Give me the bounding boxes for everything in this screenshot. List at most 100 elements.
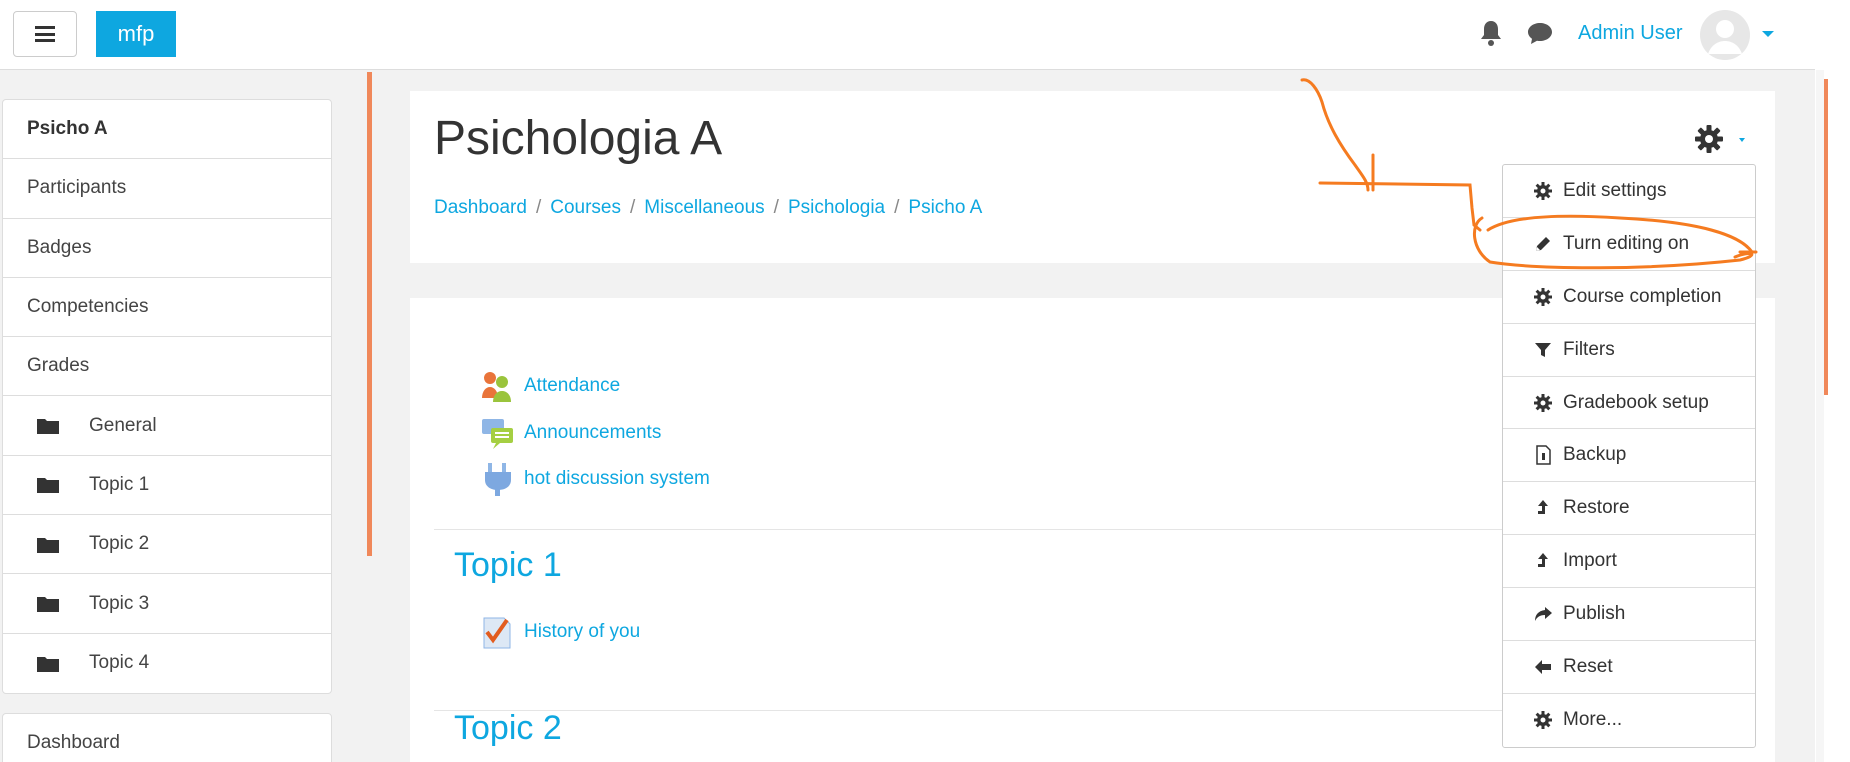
- upload-icon: [1538, 553, 1548, 568]
- menu-item-label: More...: [1563, 709, 1623, 731]
- section-title-topic-2[interactable]: Topic 2: [454, 709, 562, 748]
- breadcrumb-link[interactable]: Psicho A: [908, 197, 982, 218]
- menu-item-turn-editing-on[interactable]: Turn editing on: [1503, 218, 1755, 271]
- sidebar-item-competencies[interactable]: Competencies: [3, 278, 331, 338]
- sidebar-item-topic-4[interactable]: Topic 4: [3, 634, 331, 693]
- gear-icon: [1534, 711, 1552, 730]
- section-title-topic-1[interactable]: Topic 1: [454, 546, 562, 585]
- breadcrumb: Dashboard / Courses / Miscellaneous / Psicholo…: [434, 197, 982, 219]
- sidebar-item-badges[interactable]: Badges: [3, 219, 331, 278]
- breadcrumb-link[interactable]: Miscellaneous: [644, 197, 764, 218]
- menu-item-label: Restore: [1563, 497, 1630, 519]
- course-settings-gear-button[interactable]: [1692, 121, 1752, 157]
- folder-icon: [37, 478, 59, 494]
- breadcrumb-link[interactable]: Dashboard: [434, 197, 527, 218]
- menu-item-label: Publish: [1563, 603, 1626, 625]
- scrollbar-track[interactable]: [1816, 70, 1824, 762]
- user-menu-name[interactable]: Admin User: [1578, 22, 1682, 45]
- activity-attendance[interactable]: Attendance: [480, 368, 620, 404]
- sidebar-item-dashboard[interactable]: Dashboard: [2, 713, 332, 762]
- menu-item-reset[interactable]: Reset: [1503, 641, 1755, 694]
- menu-item-label: Course completion: [1563, 285, 1722, 307]
- share-icon: [1535, 607, 1552, 622]
- menu-item-label: Backup: [1563, 444, 1627, 466]
- menu-item-label: Turn editing on: [1563, 232, 1690, 254]
- sidebar-item-topic-3[interactable]: Topic 3: [3, 574, 331, 634]
- sidebar-item-topic-2[interactable]: Topic 2: [3, 515, 331, 575]
- menu-item-label: Filters: [1563, 338, 1615, 360]
- activity-announcements[interactable]: Announcements: [480, 415, 661, 451]
- breadcrumb-separator: /: [629, 197, 636, 218]
- gear-icon: [1534, 287, 1552, 306]
- avatar[interactable]: [1700, 10, 1750, 60]
- attendance-icon: [482, 372, 511, 402]
- sidebar-item-grades[interactable]: Grades: [3, 337, 331, 397]
- menu-item-import[interactable]: Import: [1503, 535, 1755, 589]
- menu-item-label: Reset: [1563, 655, 1613, 677]
- sidebar-item-label: Topic 1: [89, 473, 150, 495]
- menu-item-restore[interactable]: Restore: [1503, 482, 1755, 536]
- menu-item-backup[interactable]: Backup: [1503, 429, 1755, 483]
- sidebar-item-label: Topic 4: [89, 652, 150, 674]
- activity-link[interactable]: History of you: [524, 621, 640, 643]
- sidebar-item-label: Participants: [27, 177, 127, 199]
- gear-icon: [1695, 125, 1723, 153]
- sidebar-item-label: Topic 2: [89, 533, 150, 555]
- sidebar-item-label: Grades: [27, 355, 90, 377]
- breadcrumb-separator: /: [535, 197, 542, 218]
- sidebar-item-label: Competencies: [27, 296, 149, 318]
- breadcrumb-separator: /: [773, 197, 779, 218]
- pencil-icon: [1536, 236, 1550, 251]
- upload-icon: [1538, 500, 1548, 515]
- plugin-icon: [485, 463, 511, 496]
- bell-icon[interactable]: [1478, 19, 1504, 47]
- menu-item-edit-settings[interactable]: Edit settings: [1503, 165, 1755, 218]
- sidebar-item-general[interactable]: General: [3, 396, 331, 456]
- folder-icon: [37, 597, 59, 613]
- activity-hot-discussion[interactable]: hot discussion system: [480, 461, 710, 497]
- scrollbar-thumb[interactable]: [1824, 79, 1828, 395]
- chat-icon[interactable]: [1526, 20, 1554, 46]
- sidebar-scrollbar-thumb[interactable]: [367, 72, 372, 556]
- sidebar-item-topic-1[interactable]: Topic 1: [3, 456, 331, 516]
- menu-item-course-completion[interactable]: Course completion: [1503, 271, 1755, 324]
- menu-item-more[interactable]: More...: [1503, 694, 1755, 747]
- hamburger-icon: [35, 26, 55, 42]
- nav-drawer-toggle-button[interactable]: [13, 11, 77, 57]
- filter-icon: [1535, 342, 1551, 357]
- sidebar-item-label: Psicho A: [27, 118, 108, 140]
- breadcrumb-link[interactable]: Psichologia: [788, 197, 885, 218]
- page-title: Psichologia A: [434, 112, 723, 165]
- course-actions-menu: Edit settings Turn editing on Course com…: [1502, 164, 1756, 748]
- breadcrumb-link[interactable]: Courses: [550, 197, 621, 218]
- caret-down-icon: [1739, 138, 1745, 142]
- forum-icon: [482, 419, 513, 449]
- folder-icon: [37, 537, 59, 553]
- arrow-left-icon: [1535, 659, 1551, 674]
- activity-link[interactable]: Announcements: [524, 422, 661, 444]
- menu-item-filters[interactable]: Filters: [1503, 324, 1755, 377]
- activity-link[interactable]: hot discussion system: [524, 468, 710, 490]
- menu-item-publish[interactable]: Publish: [1503, 588, 1755, 642]
- folder-icon: [37, 419, 59, 435]
- assignment-icon: [483, 617, 511, 649]
- menu-item-gradebook-setup[interactable]: Gradebook setup: [1503, 377, 1755, 430]
- menu-item-label: Import: [1563, 550, 1617, 572]
- menu-item-label: Gradebook setup: [1563, 391, 1709, 413]
- gear-icon: [1534, 181, 1552, 200]
- breadcrumb-separator: /: [894, 197, 900, 218]
- caret-down-icon[interactable]: [1762, 31, 1774, 37]
- sidebar-item-course[interactable]: Psicho A: [3, 100, 331, 160]
- sidebar-item-participants[interactable]: Participants: [3, 159, 331, 219]
- activity-link[interactable]: Attendance: [524, 375, 620, 397]
- sidebar-item-label: General: [89, 414, 157, 436]
- menu-item-label: Edit settings: [1563, 179, 1667, 201]
- sidebar-item-label: Badges: [27, 236, 92, 258]
- folder-icon: [37, 656, 59, 672]
- navbar: mfp Admin User: [0, 0, 1850, 70]
- gear-icon: [1534, 393, 1552, 412]
- activity-history-of-you[interactable]: History of you: [480, 614, 640, 650]
- file-icon: [1536, 445, 1551, 466]
- sidebar-item-label: Dashboard: [27, 732, 120, 753]
- site-brand-link[interactable]: mfp: [96, 11, 176, 57]
